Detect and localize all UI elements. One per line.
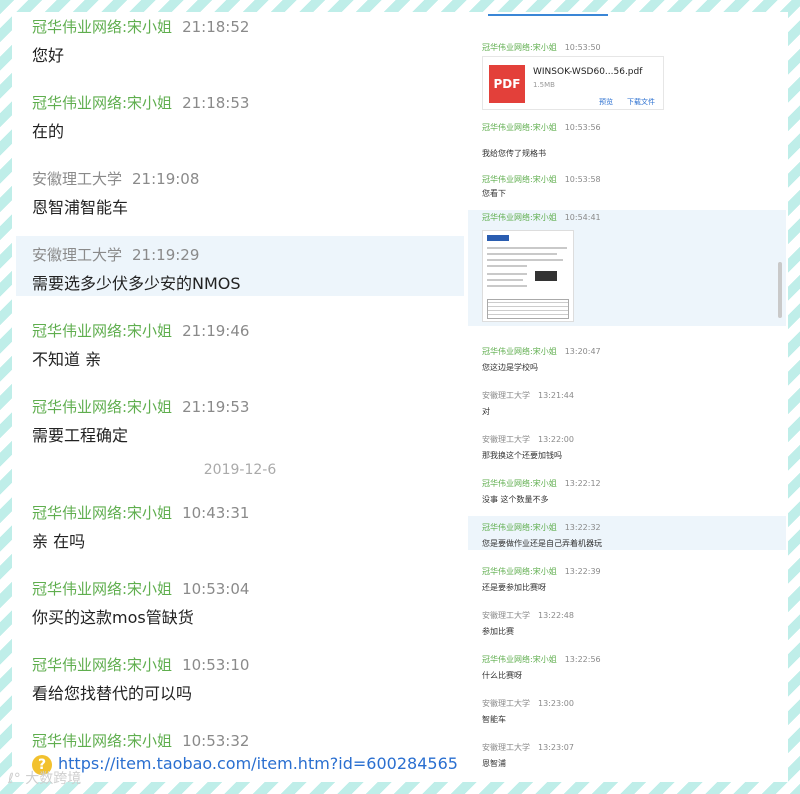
chat-message: 冠华伟业网络:宋小姐 10:53:10 看给您找替代的可以吗 (16, 650, 464, 710)
chat-message: 冠华伟业网络:宋小姐 10:43:31 亲 在吗 (16, 498, 464, 558)
message-time: 21:19:29 (132, 246, 200, 264)
sender-name: 冠华伟业网络:宋小姐 (32, 94, 173, 112)
pdf-file-icon: PDF (489, 65, 525, 103)
message-time: 10:53:56 (564, 123, 601, 132)
message-time: 10:53:50 (564, 43, 601, 52)
message-time: 21:18:53 (182, 94, 250, 112)
watermark-logo-icon: ℓ° (8, 771, 21, 787)
message-text: 您这边是学校吗 (482, 363, 538, 372)
watermark-text: 大数跨境 (25, 771, 82, 787)
message-text: 在的 (32, 122, 65, 141)
sender-name: 冠华伟业网络:宋小姐 (482, 43, 557, 52)
scrollbar-thumb[interactable] (778, 262, 782, 318)
message-text: 恩智浦智能车 (32, 198, 129, 217)
sender-name: 安徽理工大学 (32, 170, 123, 188)
sender-name: 冠华伟业网络:宋小姐 (482, 523, 557, 532)
main-chat-panel: 冠华伟业网络:宋小姐 21:18:52 您好 冠华伟业网络:宋小姐 21:18:53… (16, 12, 464, 782)
message-text: 需要工程确定 (32, 426, 129, 445)
date-separator: 2019-12-6 (203, 462, 277, 478)
message-text: 那我换这个还要加钱吗 (482, 451, 562, 460)
message-text: 智能车 (482, 715, 506, 724)
product-link[interactable]: ? https://item.taobao.com/item.htm?id=600… (32, 754, 462, 778)
message-text: 您看下 (482, 189, 506, 198)
sender-name: 冠华伟业网络:宋小姐 (482, 175, 557, 184)
chat-message: 冠华伟业网络:宋小姐 21:19:53 需要工程确定 (16, 392, 464, 452)
message-time: 21:19:53 (182, 398, 250, 416)
sender-name: 安徽理工大学 (32, 246, 123, 264)
preview-link[interactable]: 预览 (599, 97, 613, 107)
product-link-text[interactable]: https://item.taobao.com/item.htm?id=6002… (58, 754, 458, 773)
sender-name: 冠华伟业网络:宋小姐 (482, 479, 557, 488)
message-text: 您是要做作业还是自己弄着机器玩 (482, 539, 602, 548)
sender-name: 冠华伟业网络:宋小姐 (32, 580, 173, 598)
chat-message-highlighted: 安徽理工大学 21:19:29 需要选多少伏多少安的NMOS (16, 236, 464, 296)
sender-name: 安徽理工大学 (482, 611, 530, 620)
sender-name: 冠华伟业网络:宋小姐 (32, 732, 173, 750)
sender-name: 冠华伟业网络:宋小姐 (482, 123, 557, 132)
sender-name: 冠华伟业网络:宋小姐 (32, 322, 173, 340)
datasheet-image-thumbnail[interactable] (482, 230, 574, 322)
sender-name: 冠华伟业网络:宋小姐 (482, 213, 557, 222)
sender-name: 冠华伟业网络:宋小姐 (32, 18, 173, 36)
chat-message: 冠华伟业网络:宋小姐 21:18:53 在的 (16, 88, 464, 148)
sender-name: 安徽理工大学 (482, 435, 530, 444)
message-time: 10:53:10 (182, 656, 250, 674)
message-time: 13:22:56 (564, 655, 601, 664)
message-time: 10:53:32 (182, 732, 250, 750)
message-time: 13:23:07 (538, 743, 574, 752)
watermark: ℓ° 大数跨境 (8, 768, 81, 788)
message-time: 10:43:31 (182, 504, 250, 522)
message-time: 13:22:12 (564, 479, 601, 488)
message-time: 13:22:39 (564, 567, 601, 576)
message-time: 21:18:52 (182, 18, 250, 36)
sender-name: 冠华伟业网络:宋小姐 (32, 656, 173, 674)
sender-name: 冠华伟业网络:宋小姐 (32, 398, 173, 416)
message-time: 13:22:48 (538, 611, 574, 620)
message-text: 需要选多少伏多少安的NMOS (32, 274, 241, 293)
message-time: 13:21:44 (538, 391, 574, 400)
right-top-chat-panel: 冠华伟业网络:宋小姐 10:53:50 PDF WINSOK-WSD60...56… (468, 14, 786, 326)
sender-name: 冠华伟业网络:宋小姐 (482, 655, 557, 664)
chat-message: 冠华伟业网络:宋小姐 21:19:46 不知道 亲 (16, 316, 464, 376)
sender-name: 安徽理工大学 (482, 743, 530, 752)
sender-name: 冠华伟业网络:宋小姐 (32, 504, 173, 522)
chat-message: 冠华伟业网络:宋小姐 21:18:52 您好 (16, 12, 464, 72)
sender-name: 安徽理工大学 (482, 391, 530, 400)
message-text: 参加比赛 (482, 627, 514, 636)
message-time: 10:54:41 (564, 213, 601, 222)
message-time: 10:53:04 (182, 580, 250, 598)
message-time: 21:19:08 (132, 170, 200, 188)
message-text: 还是要参加比赛呀 (482, 583, 546, 592)
message-text: 不知道 亲 (32, 350, 102, 369)
panel-accent (488, 14, 608, 16)
message-text: 恩智浦 (482, 759, 506, 768)
message-text: 看给您找替代的可以吗 (32, 684, 193, 703)
message-time: 21:19:46 (182, 322, 250, 340)
message-text: 你买的这款mos管缺货 (32, 608, 194, 627)
message-text: 对 (482, 407, 490, 416)
message-time: 10:53:58 (564, 175, 601, 184)
chat-message: 安徽理工大学 21:19:08 恩智浦智能车 (16, 164, 464, 224)
message-time: 13:23:00 (538, 699, 574, 708)
sender-name: 冠华伟业网络:宋小姐 (482, 567, 557, 576)
file-name: WINSOK-WSD60...56.pdf (533, 67, 643, 77)
file-attachment-card[interactable]: PDF WINSOK-WSD60...56.pdf 1.5MB 预览 下载文件 (482, 56, 664, 110)
message-text: 您好 (32, 46, 65, 65)
message-text: 我给您传了规格书 (482, 149, 546, 158)
message-time: 13:20:47 (564, 347, 601, 356)
message-text: 亲 在吗 (32, 532, 86, 551)
message-text: 什么比赛呀 (482, 671, 522, 680)
message-time: 13:22:00 (538, 435, 574, 444)
chat-message: 冠华伟业网络:宋小姐 10:53:04 你买的这款mos管缺货 (16, 574, 464, 634)
download-link[interactable]: 下载文件 (627, 97, 655, 107)
file-size: 1.5MB (533, 81, 555, 89)
chat-message: 冠华伟业网络:宋小姐 10:53:32 (16, 726, 464, 754)
sender-name: 安徽理工大学 (482, 699, 530, 708)
message-time: 13:22:32 (564, 523, 601, 532)
message-text: 没事 这个数量不多 (482, 495, 549, 504)
right-bottom-chat-panel: 冠华伟业网络:宋小姐 13:20:47 您这边是学校吗 安徽理工大学 13:21:4… (468, 338, 786, 782)
sender-name: 冠华伟业网络:宋小姐 (482, 347, 557, 356)
